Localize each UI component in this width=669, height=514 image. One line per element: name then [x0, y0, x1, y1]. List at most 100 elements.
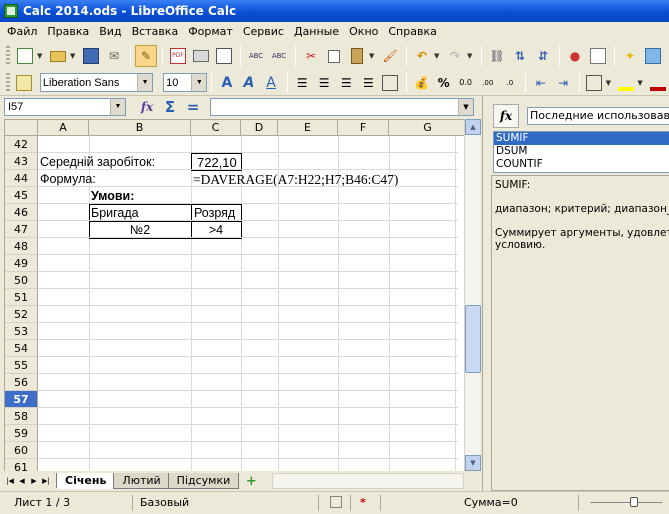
column-header-f[interactable]: F	[338, 120, 389, 136]
align-left-button[interactable]: ☰	[292, 72, 313, 94]
sum-button[interactable]: Σ	[159, 96, 181, 118]
pivot-button[interactable]	[587, 45, 609, 67]
clone-formatting-button[interactable]: 🖌	[379, 45, 401, 67]
corner-select-all[interactable]	[5, 120, 38, 136]
function-item-dsum[interactable]: DSUM	[494, 145, 669, 158]
row-header-58[interactable]: 58	[5, 408, 38, 425]
italic-button[interactable]: A	[238, 72, 259, 94]
menu-window[interactable]: Окно	[344, 23, 383, 41]
delete-decimal-button[interactable]: .0	[499, 72, 520, 94]
decrease-indent-button[interactable]: ⇤	[530, 72, 551, 94]
row-header-52[interactable]: 52	[5, 306, 38, 323]
align-center-button[interactable]: ☰	[314, 72, 335, 94]
sort-ascending-button[interactable]: ⇅	[509, 45, 531, 67]
formula-button[interactable]: =	[182, 96, 204, 118]
sort-descending-button[interactable]: ⇵	[532, 45, 554, 67]
sheet-tab-sichen[interactable]: Січень	[56, 473, 116, 489]
undo-button[interactable]: ↶	[411, 45, 433, 67]
row-header-53[interactable]: 53	[5, 323, 38, 340]
name-box[interactable]: I57 ▼	[4, 98, 126, 116]
last-sheet-icon[interactable]: ▶|	[40, 474, 52, 488]
page-style[interactable]: Базовый	[140, 496, 189, 509]
menu-file[interactable]: Файл	[2, 23, 42, 41]
toolbar-grip[interactable]	[6, 72, 10, 93]
row-header-50[interactable]: 50	[5, 272, 38, 289]
toolbar-grip[interactable]	[6, 46, 10, 66]
function-item-sumif[interactable]: SUMIF	[494, 132, 669, 145]
redo-button[interactable]: ↷	[444, 45, 466, 67]
new-document-button[interactable]	[14, 45, 36, 67]
column-header-a[interactable]: A	[38, 120, 89, 136]
row-header-47[interactable]: 47	[5, 221, 38, 238]
prev-sheet-icon[interactable]: ◀	[16, 474, 28, 488]
star-button[interactable]: ✦	[619, 45, 641, 67]
font-color-button[interactable]	[647, 72, 668, 94]
font-size-box[interactable]: 10 ▼	[163, 73, 208, 92]
row-header-44[interactable]: 44	[5, 170, 38, 187]
menu-edit[interactable]: Правка	[42, 23, 94, 41]
font-name-box[interactable]: Liberation Sans ▼	[39, 73, 154, 92]
percent-button[interactable]: %	[433, 72, 454, 94]
menu-insert[interactable]: Вставка	[127, 23, 184, 41]
redo-dropdown-icon[interactable]: ▼	[467, 52, 475, 60]
menu-view[interactable]: Вид	[94, 23, 126, 41]
column-header-c[interactable]: C	[191, 120, 241, 136]
row-header-56[interactable]: 56	[5, 374, 38, 391]
sheet-tab-pidsumky[interactable]: Підсумки	[167, 473, 240, 489]
scroll-thumb[interactable]	[465, 305, 481, 373]
merge-cells-button[interactable]	[380, 72, 401, 94]
hyperlink-button[interactable]: ⛓	[486, 45, 508, 67]
styles-button[interactable]	[14, 72, 35, 94]
column-header-b[interactable]: B	[89, 120, 191, 136]
background-color-button[interactable]	[615, 72, 636, 94]
chart-button[interactable]: ●	[564, 45, 586, 67]
autospellcheck-button[interactable]: ABC	[268, 45, 290, 67]
new-dropdown-icon[interactable]: ▼	[37, 52, 45, 60]
align-right-button[interactable]: ☰	[336, 72, 357, 94]
row-header-54[interactable]: 54	[5, 340, 38, 357]
justify-button[interactable]: ☰	[358, 72, 379, 94]
borders-button[interactable]	[584, 72, 605, 94]
column-header-e[interactable]: E	[278, 120, 338, 136]
formula-input[interactable]: ▼	[210, 98, 474, 116]
scroll-up-button[interactable]: ▲	[465, 119, 481, 135]
next-sheet-icon[interactable]: ▶	[28, 474, 40, 488]
row-header-55[interactable]: 55	[5, 357, 38, 374]
row-header-49[interactable]: 49	[5, 255, 38, 272]
row-header-45[interactable]: 45	[5, 187, 38, 204]
export-pdf-button[interactable]: PDF	[167, 45, 189, 67]
add-decimal-button[interactable]: .00	[477, 72, 498, 94]
function-item-countif[interactable]: COUNTIF	[494, 158, 669, 171]
menu-help[interactable]: Справка	[383, 23, 441, 41]
column-header-d[interactable]: D	[241, 120, 278, 136]
gallery-button[interactable]	[642, 45, 664, 67]
menu-format[interactable]: Формат	[183, 23, 238, 41]
expand-formula-icon[interactable]: ▼	[458, 99, 473, 115]
open-button[interactable]	[47, 45, 69, 67]
borders-dropdown-icon[interactable]: ▼	[606, 79, 614, 87]
spreadsheet-grid[interactable]: A B C D E F G Середній заробіток: 722,10…	[4, 119, 464, 471]
scroll-down-button[interactable]: ▼	[465, 455, 481, 471]
row-header-57[interactable]: 57	[5, 391, 38, 408]
undo-dropdown-icon[interactable]: ▼	[434, 52, 442, 60]
bold-button[interactable]: A	[216, 72, 237, 94]
edit-file-button[interactable]: ✎	[135, 45, 157, 67]
paste-dropdown-icon[interactable]: ▼	[369, 52, 377, 60]
row-header-43[interactable]: 43	[5, 153, 38, 170]
add-sheet-icon[interactable]: +	[243, 474, 259, 489]
first-sheet-icon[interactable]: |◀	[4, 474, 16, 488]
horizontal-scrollbar[interactable]	[272, 473, 464, 489]
email-button[interactable]: ✉	[103, 45, 125, 67]
open-dropdown-icon[interactable]: ▼	[70, 52, 78, 60]
number-format-button[interactable]: 0.0	[455, 72, 476, 94]
background-dropdown-icon[interactable]: ▼	[637, 79, 645, 87]
cut-button[interactable]: ✂	[300, 45, 322, 67]
print-button[interactable]	[190, 45, 212, 67]
row-header-60[interactable]: 60	[5, 442, 38, 459]
chevron-down-icon[interactable]: ▼	[110, 99, 125, 115]
paste-button[interactable]	[346, 45, 368, 67]
increase-indent-button[interactable]: ⇥	[552, 72, 573, 94]
function-wizard-button[interactable]: fx	[136, 96, 158, 118]
row-header-51[interactable]: 51	[5, 289, 38, 306]
row-header-42[interactable]: 42	[5, 136, 38, 153]
